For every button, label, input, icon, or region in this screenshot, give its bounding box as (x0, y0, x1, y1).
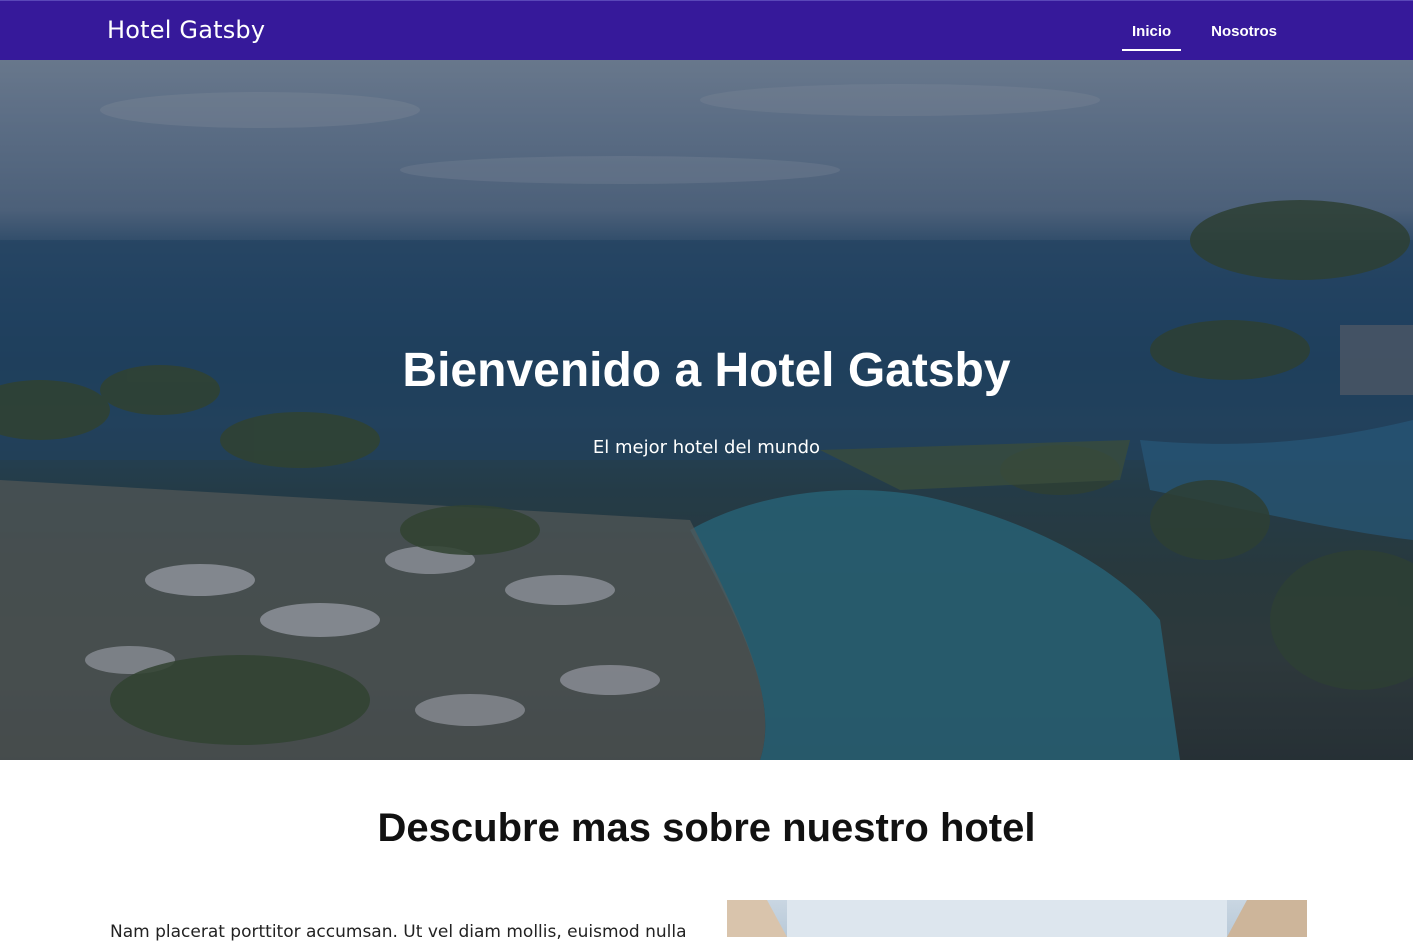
hotel-room-image-graphic (727, 900, 1307, 937)
hero-title: Bienvenido a Hotel Gatsby (402, 344, 1011, 397)
brand-logo-link[interactable]: Hotel Gatsby (107, 16, 265, 44)
nav-link-nosotros[interactable]: Nosotros (1201, 20, 1287, 51)
hero-subtitle: El mejor hotel del mundo (592, 437, 821, 458)
top-navbar: Hotel Gatsby Inicio Nosotros (0, 0, 1413, 60)
nav-link-inicio[interactable]: Inicio (1121, 20, 1182, 51)
hero-overlay (0, 60, 1413, 760)
about-section-title: Descubre mas sobre nuestro hotel (377, 806, 1036, 850)
hotel-room-image (727, 900, 1307, 937)
hero-banner: Bienvenido a Hotel Gatsby El mejor hotel… (0, 60, 1413, 760)
nav-links: Inicio Nosotros (1121, 20, 1287, 51)
about-paragraph: Nam placerat porttitor accumsan. Ut vel … (110, 922, 687, 942)
